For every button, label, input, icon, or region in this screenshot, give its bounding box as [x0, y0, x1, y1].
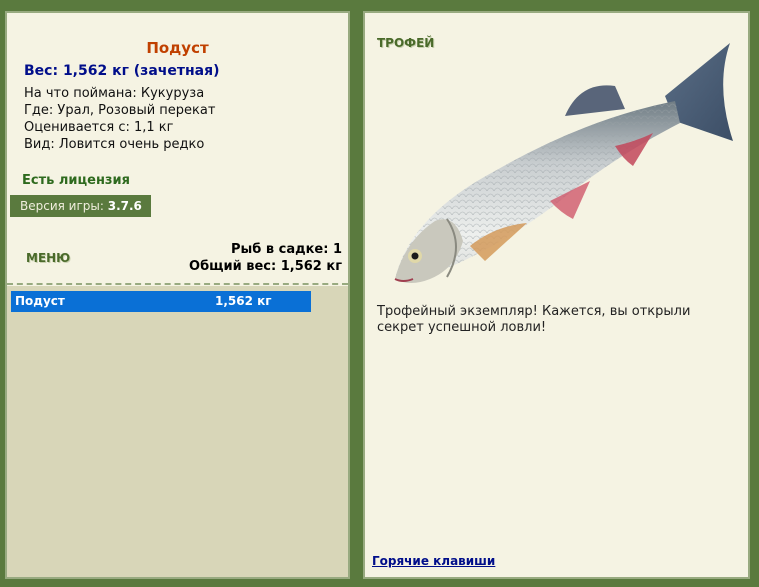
license-status: Есть лицензия — [22, 173, 130, 188]
version-badge: Версия игры: 3.7.6 — [10, 195, 151, 217]
divider — [7, 283, 348, 285]
hotkeys-link[interactable]: Горячие клавиши — [372, 554, 495, 568]
rating-threshold-info: Оценивается с: 1,1 кг — [24, 120, 174, 135]
version-label: Версия игры: — [20, 199, 104, 213]
cage-count: Рыб в садке: 1 — [230, 242, 342, 257]
fish-image — [394, 43, 733, 283]
trophy-message: Трофейный экземпляр! Кажется, вы открыли… — [377, 304, 691, 335]
cage-item-weight: 1,562 кг — [215, 294, 272, 308]
cage-list: Подуст 1,562 кг — [7, 286, 348, 577]
trophy-panel: ТРОФЕЙ Трофейный экземпляр! Кажется, вы … — [363, 11, 750, 579]
catch-info-panel: Подуст Вес: 1,562 кг (зачетная) На что п… — [5, 11, 350, 579]
rarity-info: Вид: Ловится очень редко — [24, 137, 205, 152]
version-value: 3.7.6 — [107, 199, 142, 213]
fish-weight: Вес: 1,562 кг (зачетная) — [24, 63, 220, 79]
cage-item-name: Подуст — [15, 294, 65, 308]
cage-total-weight: Общий вес: 1,562 кг — [189, 259, 342, 274]
cage-list-item[interactable]: Подуст 1,562 кг — [11, 291, 311, 312]
fish-name-title: Подуст — [146, 39, 209, 57]
bait-info: На что поймана: Кукуруза — [24, 86, 205, 101]
cage-summary: Рыб в садке: 1 Общий вес: 1,562 кг — [189, 241, 342, 275]
menu-button[interactable]: МЕНЮ — [26, 251, 70, 265]
location-info: Где: Урал, Розовый перекат — [24, 103, 216, 118]
